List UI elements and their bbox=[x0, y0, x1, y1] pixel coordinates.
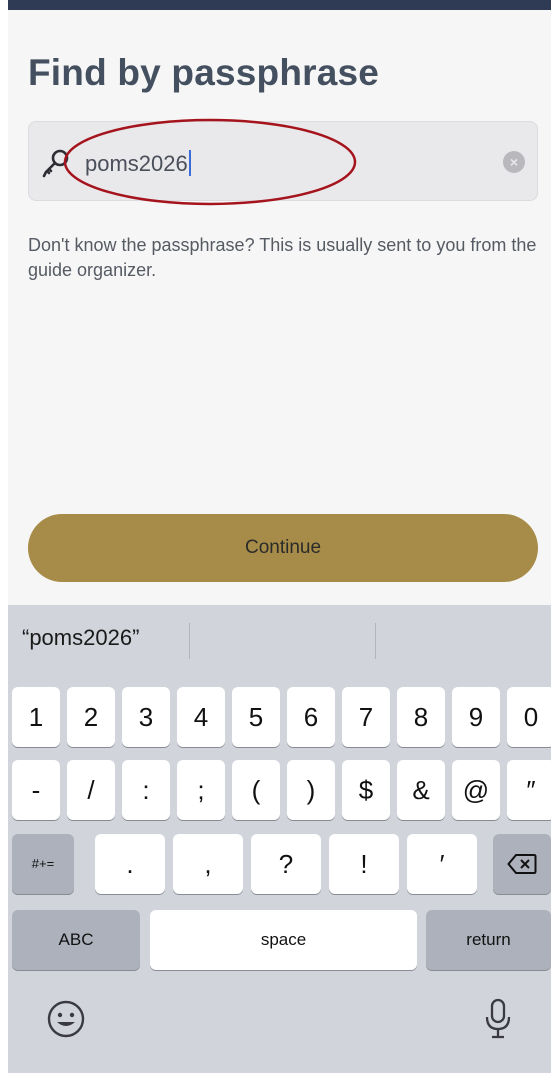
space-key[interactable]: space bbox=[150, 910, 417, 970]
passphrase-hint: Don't know the passphrase? This is usual… bbox=[28, 235, 537, 280]
app-screen: Find by passphrase poms2026 × Don't know… bbox=[8, 0, 551, 1073]
key-9[interactable]: 0 bbox=[507, 687, 551, 747]
return-key[interactable]: return bbox=[426, 910, 551, 970]
key-1[interactable]: 2 bbox=[67, 687, 115, 747]
key-symbol[interactable]: ″ bbox=[507, 760, 551, 820]
key-icon bbox=[42, 149, 69, 178]
key-punctuation[interactable]: ? bbox=[251, 834, 321, 894]
passphrase-text: poms2026 bbox=[85, 151, 188, 176]
key-punctuation[interactable]: . bbox=[95, 834, 165, 894]
backspace-icon bbox=[507, 854, 537, 874]
key-8[interactable]: 9 bbox=[452, 687, 500, 747]
backspace-key[interactable] bbox=[493, 834, 551, 894]
keyboard-bottom-bar bbox=[8, 983, 551, 1073]
text-caret bbox=[188, 150, 191, 176]
suggestion-bar: “poms2026” bbox=[8, 605, 551, 671]
key-symbol[interactable]: / bbox=[67, 760, 115, 820]
key-2[interactable]: 3 bbox=[122, 687, 170, 747]
clear-circle-icon[interactable]: × bbox=[503, 151, 525, 173]
key-symbol[interactable]: & bbox=[397, 760, 445, 820]
key-symbol[interactable]: ( bbox=[232, 760, 280, 820]
key-punctuation[interactable]: ′ bbox=[407, 834, 477, 894]
key-5[interactable]: 6 bbox=[287, 687, 335, 747]
key-symbol[interactable]: ) bbox=[287, 760, 335, 820]
key-3[interactable]: 4 bbox=[177, 687, 225, 747]
continue-button[interactable]: Continue bbox=[28, 514, 538, 582]
key-punctuation[interactable]: , bbox=[173, 834, 243, 894]
key-symbol[interactable]: $ bbox=[342, 760, 390, 820]
page-title: Find by passphrase bbox=[28, 52, 380, 93]
key-6[interactable]: 7 bbox=[342, 687, 390, 747]
key-4[interactable]: 5 bbox=[232, 687, 280, 747]
key-punctuation[interactable]: ! bbox=[329, 834, 399, 894]
microphone-icon[interactable] bbox=[483, 997, 513, 1041]
shift-symbols-key[interactable]: #+= bbox=[12, 834, 74, 894]
passphrase-input[interactable]: poms2026 × bbox=[28, 121, 538, 201]
key-symbol[interactable]: ; bbox=[177, 760, 225, 820]
suggestion-item[interactable]: “poms2026” bbox=[22, 625, 139, 651]
key-0[interactable]: 1 bbox=[12, 687, 60, 747]
emoji-icon[interactable] bbox=[46, 999, 86, 1039]
key-symbol[interactable]: @ bbox=[452, 760, 500, 820]
keyboard: “poms2026” 1 2 3 4 5 6 7 8 9 0 - /:;() $ & @ ″ #+=.,?! ′ A… bbox=[8, 605, 551, 1073]
suggestion-divider bbox=[189, 623, 190, 659]
top-header-bar bbox=[8, 0, 551, 10]
key-7[interactable]: 8 bbox=[397, 687, 445, 747]
abc-key[interactable]: ABC bbox=[12, 910, 140, 970]
key-symbol[interactable]: : bbox=[122, 760, 170, 820]
key-symbol[interactable]: - bbox=[12, 760, 60, 820]
suggestion-divider bbox=[375, 623, 376, 659]
passphrase-value: poms2026 bbox=[85, 150, 191, 177]
